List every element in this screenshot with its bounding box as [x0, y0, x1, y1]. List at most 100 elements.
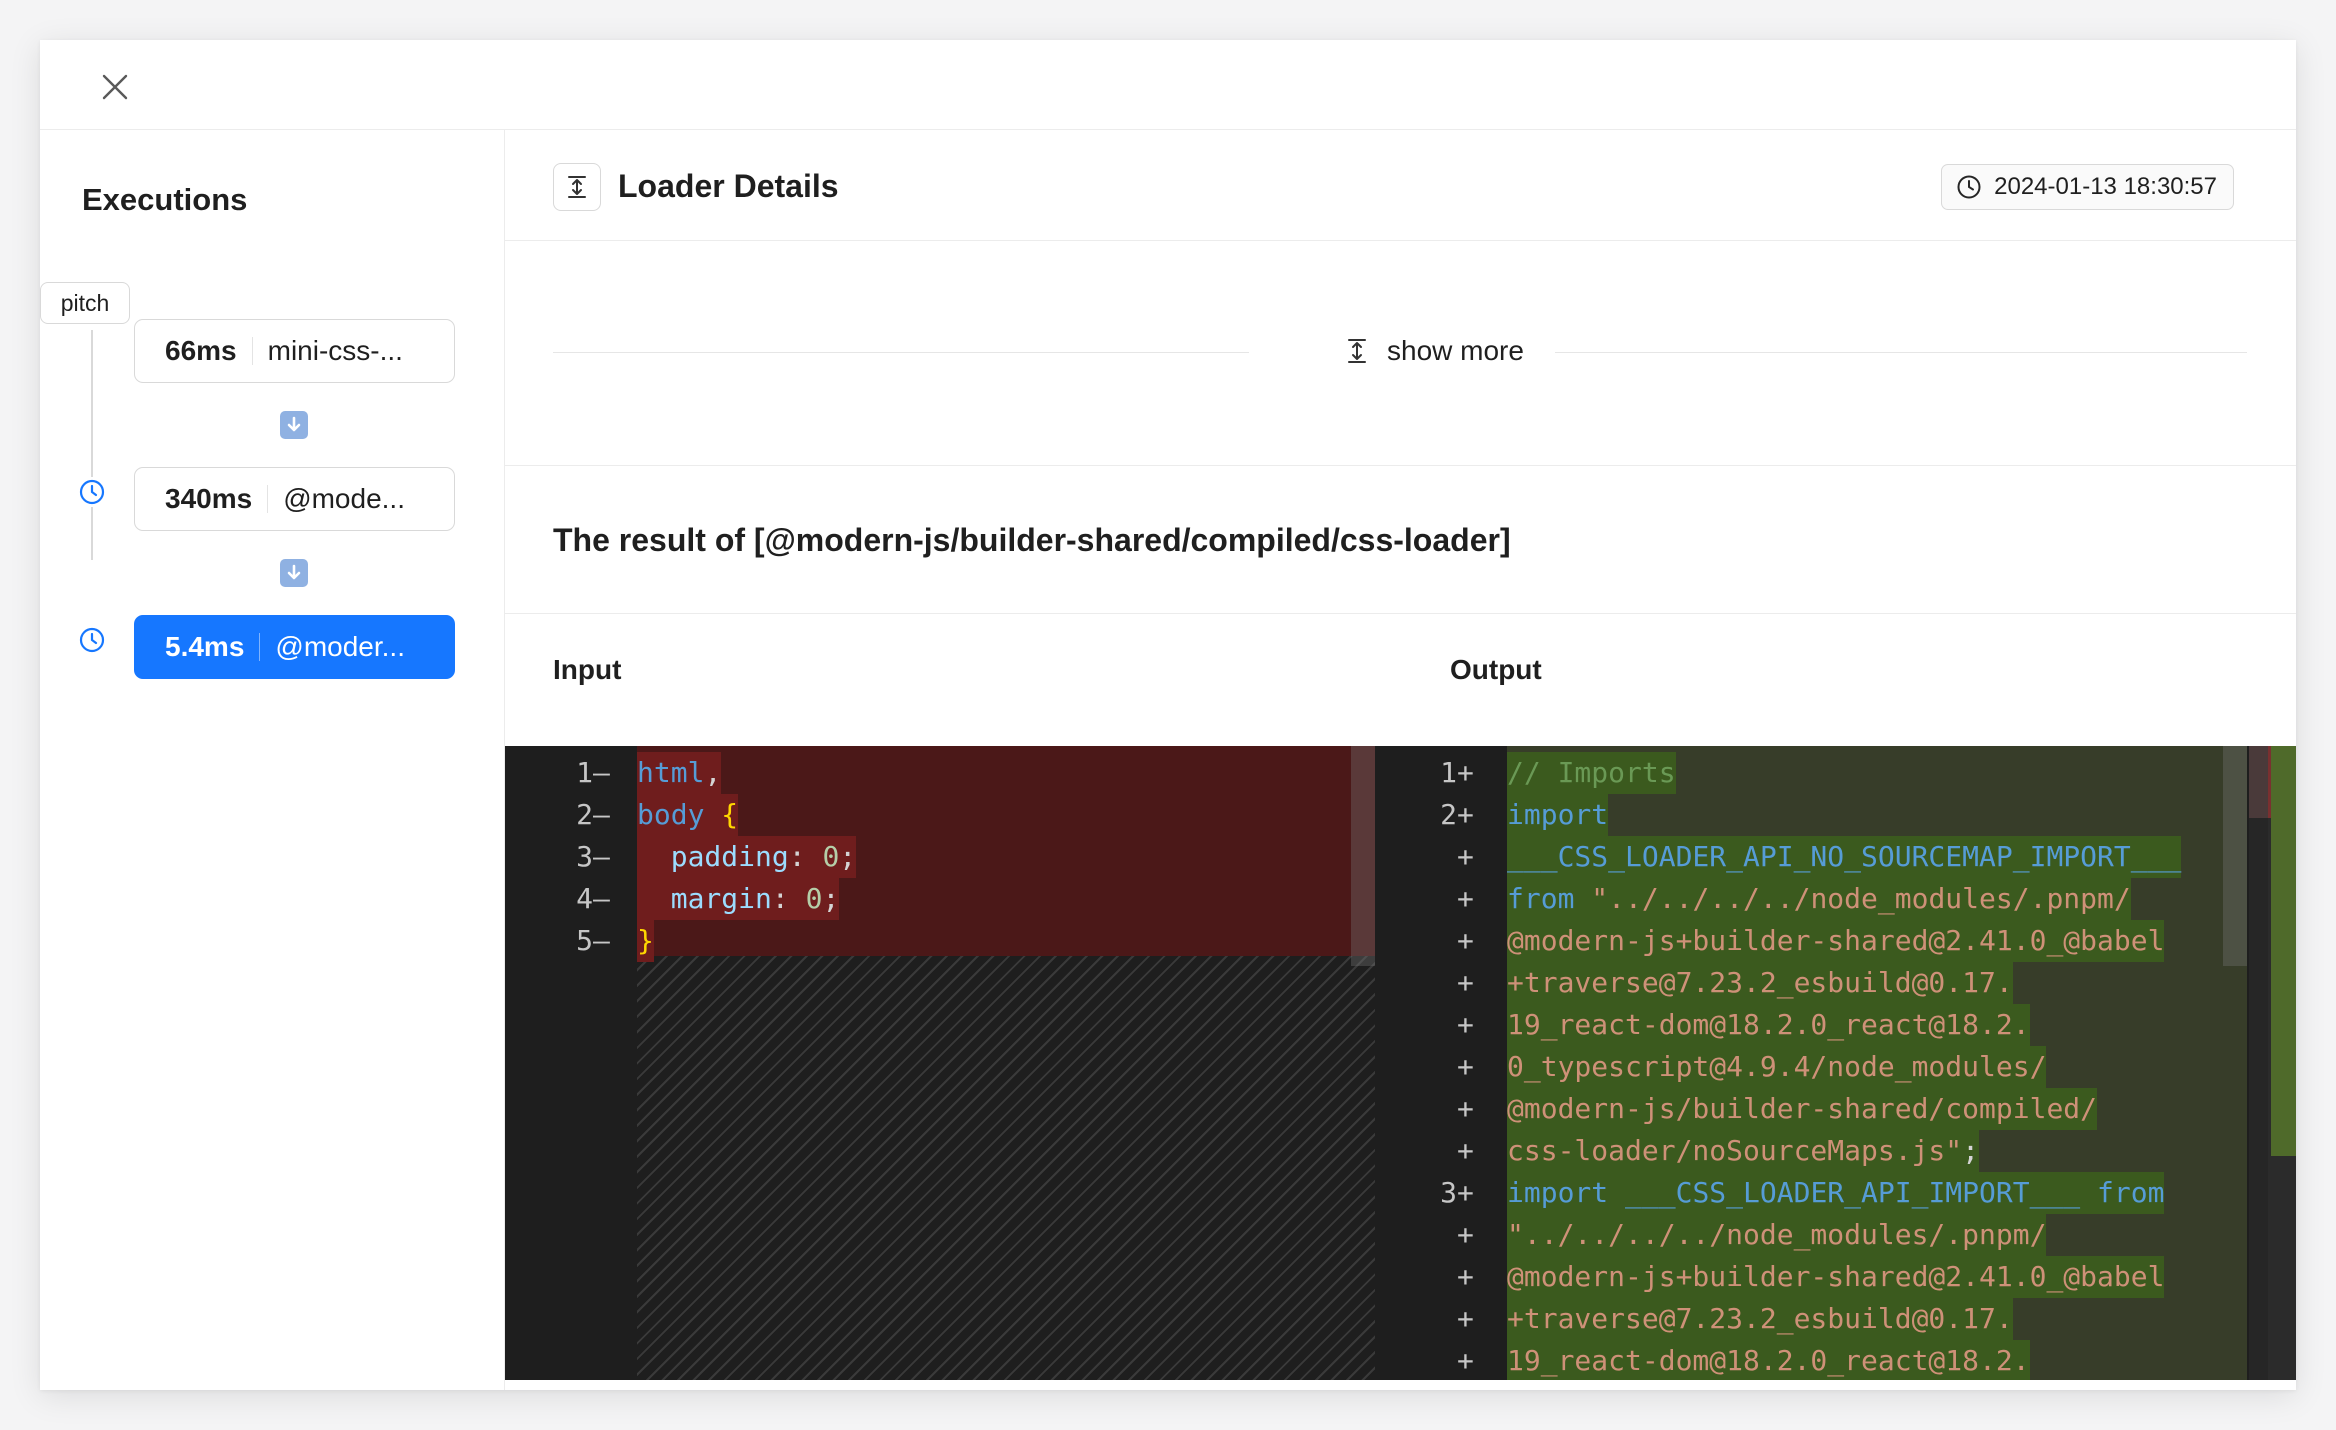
code-token: css-loader/noSourceMaps.js"	[1507, 1134, 1963, 1167]
expand-vertical-icon[interactable]	[553, 163, 601, 211]
diff-line: + @modern-js/builder-shared/compiled/	[1375, 1088, 2296, 1130]
diff-marker: +	[1457, 1218, 1474, 1251]
output-pane[interactable]: 1 +// Imports 2 + import + ___CSS_LOADER_API_N…	[1375, 746, 2296, 1380]
diff-marker: +	[1457, 756, 1474, 789]
line-number: 3	[576, 840, 593, 873]
line-number: 5	[576, 924, 593, 957]
diff-line: +19_react-dom@18.2.0_react@18.2.	[1375, 1340, 2296, 1380]
code-token: margin	[637, 882, 772, 915]
code-text: // Imports	[1507, 752, 1676, 794]
execution-duration: 5.4ms	[165, 631, 245, 662]
divider	[251, 337, 253, 365]
diff-line: 2— body {	[505, 794, 1375, 836]
code-token: // Imports	[1507, 756, 1676, 789]
show-more-label: show more	[1387, 335, 1524, 366]
diff-line: 5—}	[505, 920, 1375, 962]
result-section: The result of [@modern-js/builder-shared…	[505, 466, 2296, 614]
empty-region	[637, 956, 1375, 1380]
code-token: ___CSS_LOADER_API_IMPORT___	[1625, 1176, 2098, 1209]
diff-marker: +	[1457, 1050, 1474, 1083]
code-token: from	[1507, 882, 1592, 915]
arrow-down-emoji-icon	[280, 559, 308, 587]
code-token: ;	[839, 840, 857, 873]
code-token: +traverse@7.23.2_esbuild@0.17.	[1507, 1302, 2013, 1335]
code-text: body {	[637, 794, 739, 836]
divider-line	[1555, 352, 2247, 353]
code-token: ___CSS_LOADER_API_NO_SOURCEMAP_IMPORT___	[1507, 840, 2182, 873]
pitch-tag: pitch	[40, 282, 130, 324]
code-token: @modern-js/builder-shared/compiled/	[1507, 1092, 2098, 1125]
diff-marker: +	[1457, 1344, 1474, 1377]
loader-details-modal: Executions pitch 66ms mini-css-... 340ms…	[40, 40, 2296, 1390]
code-text: margin: 0;	[637, 878, 840, 920]
execution-item-2[interactable]: 340ms @mode...	[134, 467, 455, 531]
diff-line: 4— margin: 0;	[505, 878, 1375, 920]
diff-marker: +	[1457, 966, 1474, 999]
execution-item-1[interactable]: 66ms mini-css-...	[134, 319, 455, 383]
code-token: 0	[822, 840, 840, 873]
code-token: {	[721, 798, 739, 831]
details-header: Loader Details 2024-01-13 18:30:57	[505, 130, 2296, 241]
line-number: 2	[576, 798, 593, 831]
code-token: import	[1507, 1176, 1626, 1209]
diff-marker: +	[1457, 1260, 1474, 1293]
diff-marker: +	[1457, 1134, 1474, 1167]
code-token: 0	[805, 882, 823, 915]
code-text: 0_typescript@4.9.4/node_modules/	[1507, 1046, 2047, 1088]
divider	[267, 485, 269, 513]
clock-icon	[77, 625, 107, 655]
close-button[interactable]	[90, 62, 140, 112]
arrow-down-emoji-icon	[280, 411, 308, 439]
code-text: +traverse@7.23.2_esbuild@0.17.	[1507, 962, 2013, 1004]
show-more-button[interactable]: show more	[1345, 335, 1524, 367]
code-text: import	[1507, 794, 1609, 836]
execution-loader-name: @moder...	[275, 631, 405, 662]
clock-icon	[77, 477, 107, 507]
diff-line: 2 + import	[1375, 794, 2296, 836]
diff-marker: —	[593, 756, 610, 789]
diff-line: 1 + // Imports	[1375, 752, 2296, 794]
line-number: 1	[1440, 756, 1457, 789]
show-more-section: show more	[505, 241, 2296, 466]
input-label: Input	[553, 654, 622, 685]
code-token: body	[637, 798, 722, 831]
sidebar-title: Executions	[82, 182, 248, 217]
diff-marker: +	[1457, 840, 1474, 873]
code-token: html	[637, 756, 705, 789]
code-text: 19_react-dom@18.2.0_react@18.2.	[1507, 1004, 2030, 1046]
code-token: 19_react-dom@18.2.0_react@18.2.	[1507, 1008, 2030, 1041]
timestamp-text: 2024-01-13 18:30:57	[1994, 173, 2217, 200]
main-panel: Loader Details 2024-01-13 18:30:57 show …	[505, 130, 2296, 1390]
page-title: Loader Details	[618, 168, 839, 204]
diff-line: +0_typescript@4.9.4/node_modules/	[1375, 1046, 2296, 1088]
diff-line: 3 + import ___CSS_LOADER_API_IMPORT___ fro…	[1375, 1172, 2296, 1214]
code-token: padding	[637, 840, 789, 873]
diff-marker: —	[593, 798, 610, 831]
diff-marker: +	[1457, 798, 1474, 831]
execution-loader-name: mini-css-...	[267, 335, 403, 366]
code-token: ,	[704, 756, 722, 789]
diff-line: + ___CSS_LOADER_API_NO_SOURCEMAP_IMPORT__…	[1375, 836, 2296, 878]
code-token: "../../../../node_modules/.pnpm/	[1591, 882, 2131, 915]
diff-line: + @modern-js+builder-shared@2.41.0_@babel	[1375, 1256, 2296, 1298]
code-text: @modern-js+builder-shared@2.41.0_@babel	[1507, 1256, 2165, 1298]
execution-item-3[interactable]: 5.4ms @moder...	[134, 615, 455, 679]
code-token: @modern-js+builder-shared@2.41.0_@babel	[1507, 1260, 2165, 1293]
code-token: }	[637, 924, 654, 957]
code-text: ___CSS_LOADER_API_NO_SOURCEMAP_IMPORT___	[1507, 836, 2182, 878]
code-text: html,	[637, 752, 722, 794]
diff-marker: +	[1457, 882, 1474, 915]
code-token: :	[771, 882, 806, 915]
line-number: 1	[576, 756, 593, 789]
code-text: "../../../../node_modules/.pnpm/	[1507, 1214, 2047, 1256]
code-token: :	[788, 840, 823, 873]
diff-marker: +	[1457, 1008, 1474, 1041]
code-text: css-loader/noSourceMaps.js";	[1507, 1130, 1980, 1172]
code-token: from	[2097, 1176, 2165, 1209]
input-pane[interactable]: 1— html, 2— body {3— padding: 0; 4— margin: …	[505, 746, 1375, 1380]
diff-editor[interactable]: 1— html, 2— body {3— padding: 0; 4— margin: …	[505, 746, 2296, 1380]
diff-line: 3— padding: 0;	[505, 836, 1375, 878]
diff-line: + css-loader/noSourceMaps.js";	[1375, 1130, 2296, 1172]
execution-duration: 340ms	[165, 483, 253, 514]
timeline-line	[91, 330, 93, 560]
